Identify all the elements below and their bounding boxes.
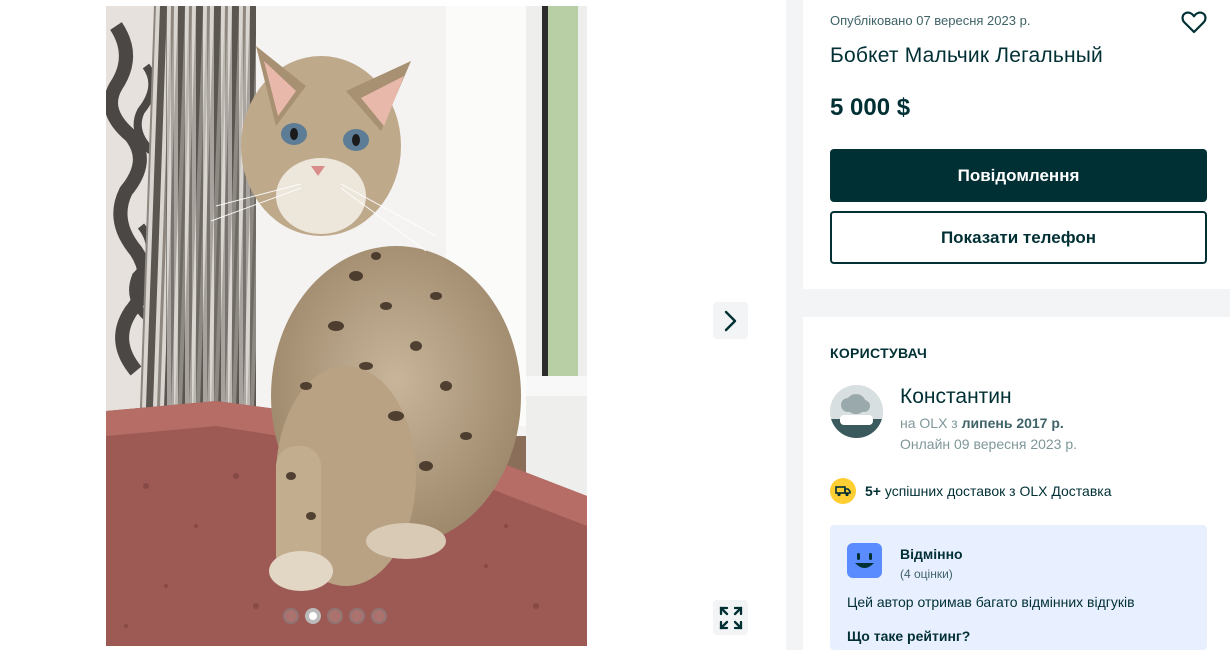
show-phone-button[interactable]: Показати телефон [830, 211, 1207, 264]
smiley-rating-icon [847, 543, 882, 578]
seller-member-since: на OLX з липень 2017 р. [900, 415, 1064, 431]
slide-dot[interactable] [327, 608, 343, 624]
slide-dot-active[interactable] [305, 608, 321, 624]
listing-photo-image [106, 6, 587, 646]
next-image-button[interactable] [713, 302, 748, 339]
image-gallery [0, 0, 786, 650]
rating-label: Відмінно [900, 546, 963, 562]
seller-section-title: КОРИСТУВАЧ [830, 345, 928, 361]
delivery-stats: 5+ успішних доставок з OLX Доставка [830, 478, 1111, 504]
chevron-right-icon [724, 310, 736, 331]
slide-dot[interactable] [349, 608, 365, 624]
listing-photo[interactable] [106, 6, 587, 646]
avatar[interactable] [830, 385, 883, 438]
rating-info-link[interactable]: Що таке рейтинг? [847, 628, 970, 644]
member-since-date: липень 2017 р. [961, 415, 1064, 431]
delivery-description: успішних доставок з OLX Доставка [880, 483, 1112, 499]
slide-dot[interactable] [283, 608, 299, 624]
slide-dot[interactable] [371, 608, 387, 624]
delivery-truck-icon [830, 478, 856, 504]
slide-indicators [283, 608, 387, 624]
rating-count: (4 оцінки) [900, 567, 953, 581]
heart-outline-icon [1181, 11, 1207, 34]
delivery-text: 5+ успішних доставок з OLX Доставка [865, 483, 1111, 499]
favorite-button[interactable] [1181, 10, 1207, 34]
seller-card: КОРИСТУВАЧ Константин на OLX з липень 20… [803, 317, 1230, 650]
listing-summary-card: Опубліковано 07 вересня 2023 р. Бобкет М… [803, 0, 1230, 289]
message-button[interactable]: Повідомлення [830, 149, 1207, 202]
seller-name[interactable]: Константин [900, 385, 1012, 409]
listing-price: 5 000 $ [830, 94, 911, 121]
fullscreen-button[interactable] [713, 600, 748, 635]
seller-rating-box: Відмінно (4 оцінки) Цей автор отримав ба… [830, 525, 1207, 650]
rating-description: Цей автор отримав багато відмінних відгу… [847, 594, 1135, 610]
delivery-count: 5+ [865, 483, 881, 499]
posted-date: Опубліковано 07 вересня 2023 р. [830, 13, 1031, 28]
listing-title: Бобкет Мальчик Легальный [830, 44, 1103, 67]
member-since-prefix: на OLX з [900, 415, 962, 431]
user-avatar-icon [830, 385, 883, 438]
fullscreen-expand-icon [719, 606, 742, 629]
seller-last-online: Онлайн 09 вересня 2023 р. [900, 436, 1078, 452]
